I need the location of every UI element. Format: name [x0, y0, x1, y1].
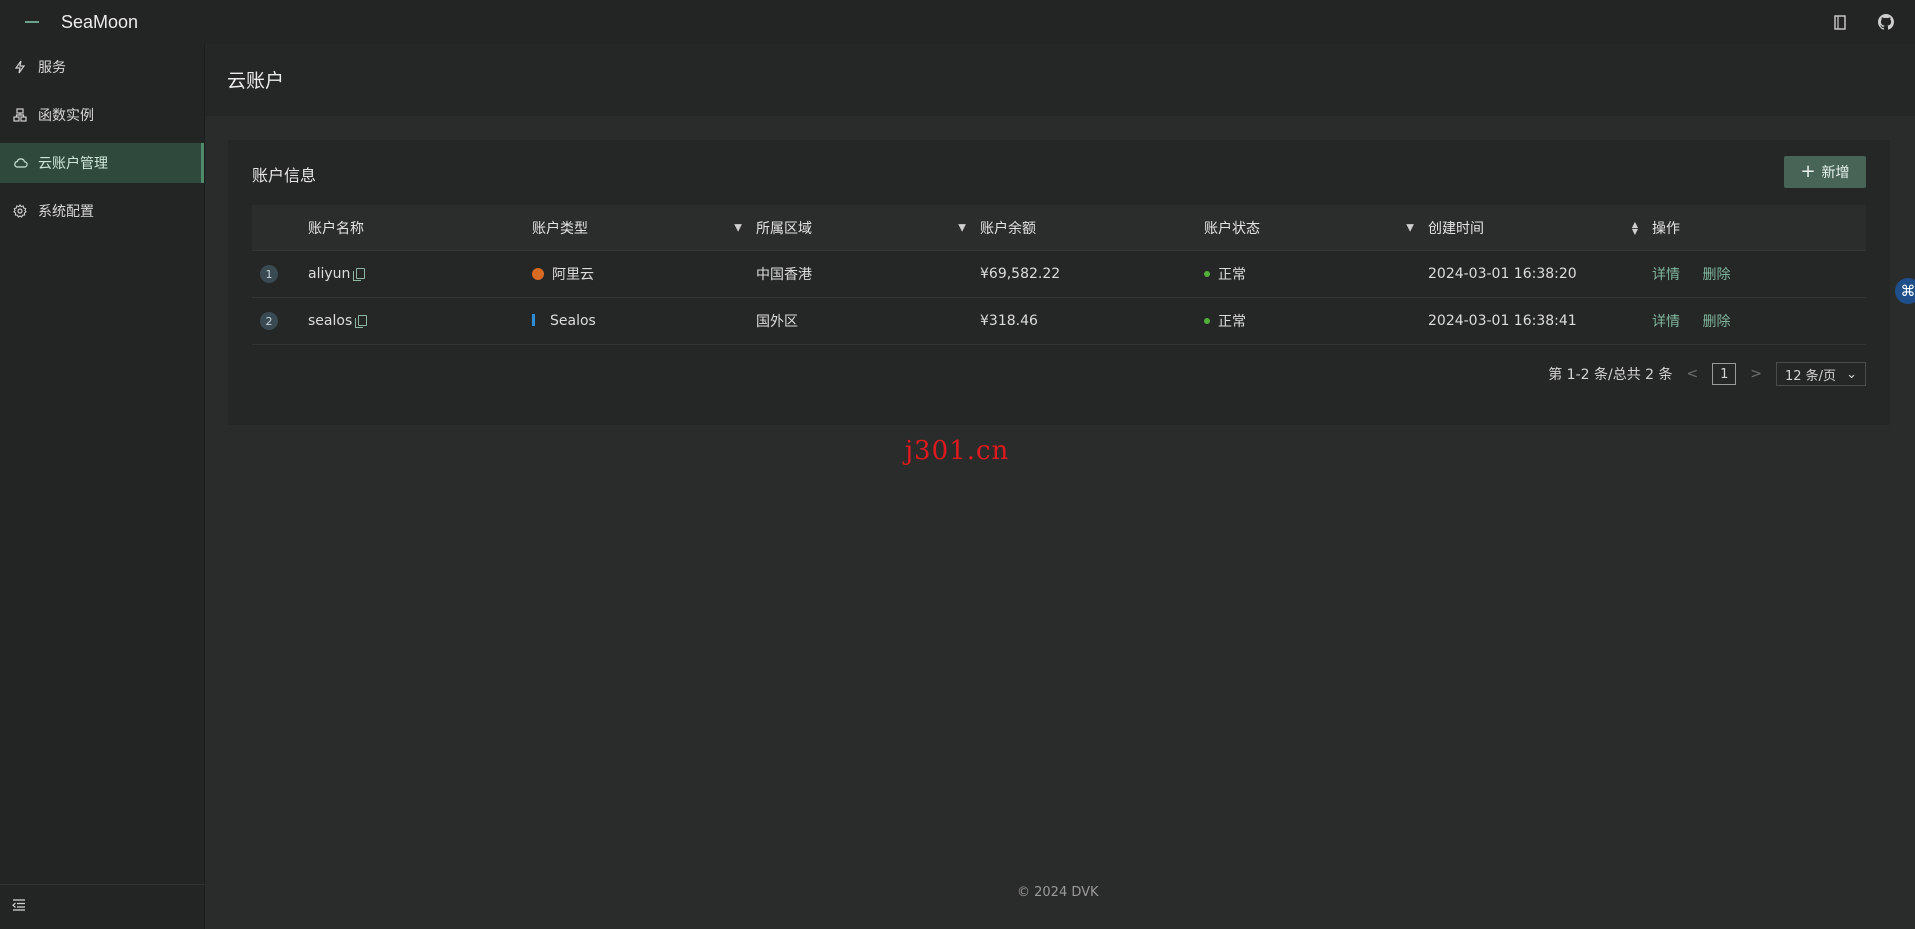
account-type: 阿里云	[552, 267, 594, 283]
pagination-summary: 第 1-2 条/总共 2 条	[1548, 367, 1673, 383]
sidebar-item-label: 服务	[38, 60, 66, 76]
col-account-name: 账户名称	[308, 220, 364, 237]
prev-page-icon[interactable]: <	[1683, 366, 1703, 382]
col-account-type: 账户类型 ▼	[532, 218, 756, 238]
cell-name: aliyun	[308, 266, 532, 282]
index-badge: 1	[260, 265, 278, 283]
cell-created: 2024-03-01 16:38:20	[1428, 266, 1577, 282]
delete-link[interactable]: 删除	[1702, 267, 1730, 283]
card-title: 账户信息	[252, 166, 317, 185]
cell-balance: ¥318.46	[980, 313, 1038, 329]
col-label: 所属区域	[756, 220, 812, 237]
cell-created: 2024-03-01 16:38:41	[1428, 313, 1577, 329]
cluster-icon	[12, 107, 28, 123]
index-badge: 2	[260, 312, 278, 330]
col-created-time: 创建时间 ▲ ▼	[1428, 218, 1652, 238]
bolt-icon	[12, 59, 28, 75]
sidebar-item-functions[interactable]: 函数实例	[0, 95, 204, 135]
sidebar: 服务 函数实例 云账户管理 系统配置	[0, 44, 205, 929]
filter-icon[interactable]: ▼	[958, 222, 966, 233]
sort-icon[interactable]: ▲ ▼	[1632, 220, 1638, 235]
sidebar-item-cloud-accounts[interactable]: 云账户管理	[0, 143, 204, 183]
col-balance: 账户余额	[980, 220, 1036, 237]
sidebar-item-label: 函数实例	[38, 108, 94, 124]
account-card: 账户信息 + 新增 账户名称 账户类型 ▼ 所属区域 ▼ 账户余额 账户状态 ▼…	[228, 140, 1890, 425]
status-dot-icon	[1204, 271, 1210, 277]
sidebar-item-label: 系统配置	[38, 204, 94, 220]
account-name: aliyun	[308, 266, 351, 282]
header-actions	[1831, 0, 1895, 44]
cell-actions: 详情 删除	[1652, 311, 1866, 331]
gear-icon	[12, 203, 28, 219]
col-actions: 操作	[1652, 220, 1680, 237]
cloud-icon	[12, 155, 28, 171]
footer: © 2024 DVK	[1017, 885, 1099, 900]
account-type: Sealos	[550, 313, 596, 329]
col-status: 账户状态 ▼	[1204, 218, 1428, 238]
aliyun-icon	[532, 268, 544, 280]
status-dot-icon	[1204, 318, 1210, 324]
cell-region: 国外区	[756, 314, 798, 330]
app-title: SeaMoon	[61, 11, 139, 32]
col-label: 创建时间	[1428, 220, 1484, 237]
next-page-icon[interactable]: >	[1746, 366, 1766, 382]
pagination: 第 1-2 条/总共 2 条 < 1 > 12 条/页 ⌄	[1548, 362, 1866, 386]
accounts-table: 账户名称 账户类型 ▼ 所属区域 ▼ 账户余额 账户状态 ▼ 创建时间 ▲ ▼ 操…	[252, 205, 1866, 345]
page-size-select[interactable]: 12 条/页 ⌄	[1776, 362, 1866, 386]
col-label: 账户类型	[532, 220, 588, 237]
github-icon[interactable]	[1877, 13, 1895, 31]
sidebar-item-service[interactable]: 服务	[0, 47, 204, 87]
watermark: j301.cn	[905, 436, 1010, 466]
filter-icon[interactable]: ▼	[1406, 222, 1414, 233]
book-icon[interactable]	[1831, 13, 1849, 31]
sidebar-item-system-config[interactable]: 系统配置	[0, 191, 204, 231]
cell-region: 中国香港	[756, 267, 812, 283]
cell-actions: 详情 删除	[1652, 264, 1866, 284]
top-bar: SeaMoon	[0, 0, 1915, 44]
logo-icon	[25, 21, 39, 23]
table-row: 1 aliyun 阿里云 中国香港 ¥69,582.22 正常 2024-03-…	[252, 251, 1866, 298]
footer-text: 2024 DVK	[1034, 885, 1099, 900]
sidebar-item-label: 云账户管理	[38, 156, 108, 172]
add-button-label: 新增	[1821, 165, 1850, 181]
detail-link[interactable]: 详情	[1652, 314, 1680, 330]
detail-link[interactable]: 详情	[1652, 267, 1680, 283]
cell-name: sealos	[308, 313, 532, 329]
col-region: 所属区域 ▼	[756, 218, 980, 238]
table-row: 2 sealos Sealos 国外区 ¥318.46 正常 2024-03-0…	[252, 298, 1866, 345]
cell-type: Sealos	[532, 313, 756, 329]
status-text: 正常	[1218, 314, 1246, 330]
row-index: 1	[252, 265, 308, 283]
copyright-icon: ©	[1017, 885, 1030, 900]
row-index: 2	[252, 312, 308, 330]
page-header: 云账户	[205, 44, 1915, 116]
table-header: 账户名称 账户类型 ▼ 所属区域 ▼ 账户余额 账户状态 ▼ 创建时间 ▲ ▼ 操…	[252, 205, 1866, 251]
status-text: 正常	[1218, 267, 1246, 283]
cell-type: 阿里云	[532, 264, 756, 284]
page-title: 云账户	[227, 70, 285, 92]
chevron-down-icon: ⌄	[1846, 366, 1857, 382]
collapse-menu-icon[interactable]	[12, 899, 26, 915]
page-number[interactable]: 1	[1712, 363, 1737, 385]
cell-status: 正常	[1204, 311, 1428, 331]
sealos-icon	[532, 314, 542, 326]
account-name: sealos	[308, 313, 353, 329]
col-label: 账户状态	[1204, 220, 1260, 237]
plus-icon: +	[1800, 161, 1816, 182]
command-icon[interactable]: ⌘	[1895, 278, 1915, 304]
copy-icon[interactable]	[353, 268, 366, 281]
delete-link[interactable]: 删除	[1702, 314, 1730, 330]
sidebar-footer	[0, 884, 205, 929]
cell-status: 正常	[1204, 264, 1428, 284]
copy-icon[interactable]	[355, 315, 368, 328]
add-account-button[interactable]: + 新增	[1784, 156, 1866, 188]
cell-balance: ¥69,582.22	[980, 266, 1061, 282]
page-size-value: 12 条/页	[1785, 368, 1837, 384]
filter-icon[interactable]: ▼	[734, 222, 742, 233]
